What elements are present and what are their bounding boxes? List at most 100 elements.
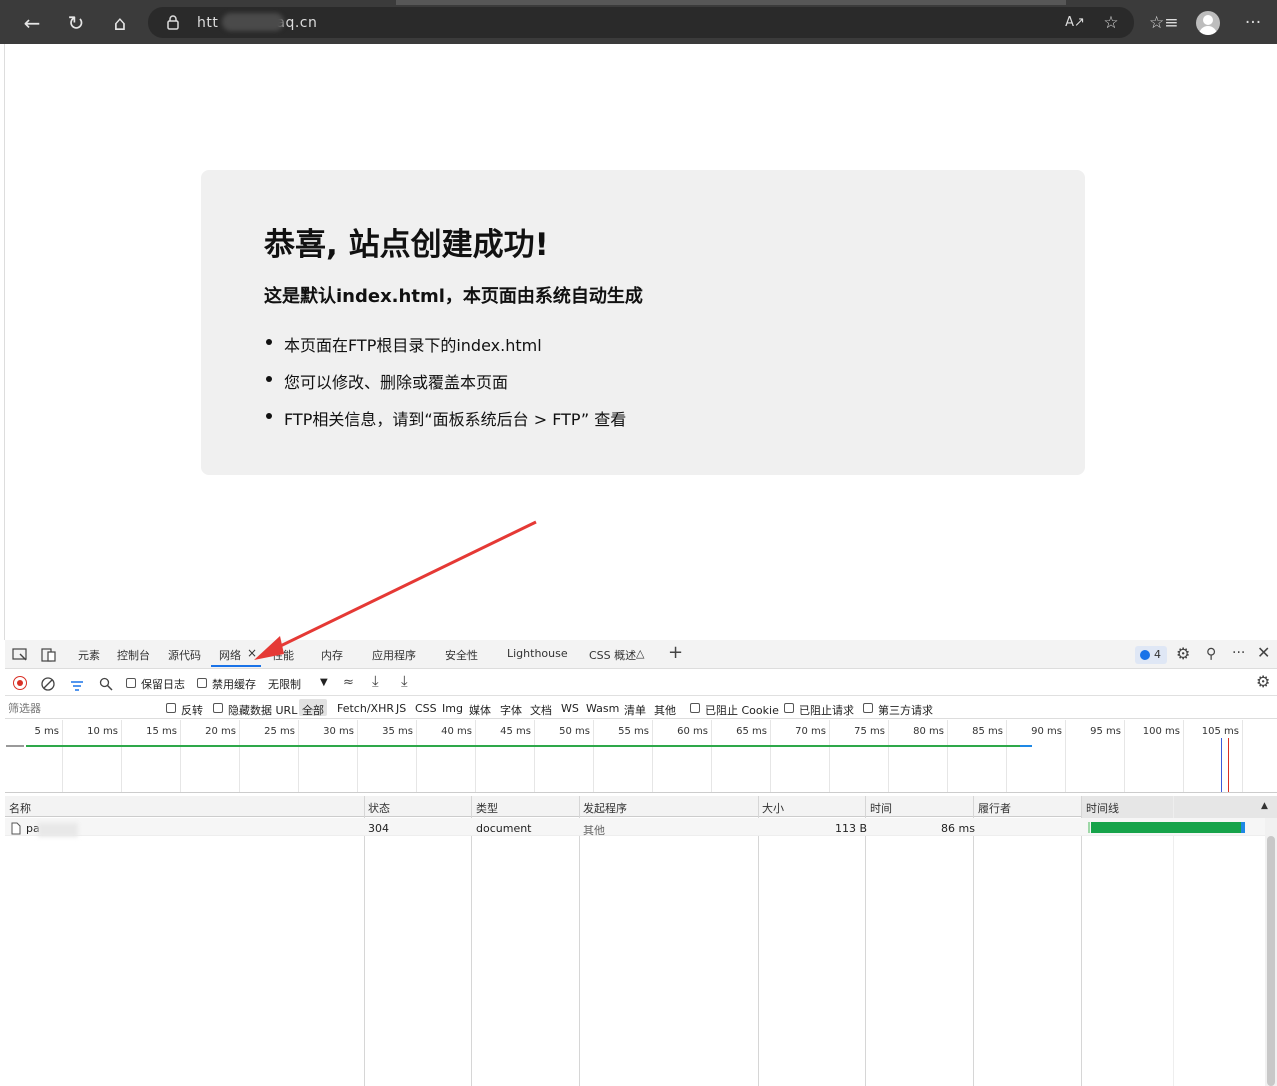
invert-checkbox[interactable] <box>166 703 176 713</box>
filter-type-manifest[interactable]: 清单 <box>624 702 646 718</box>
filter-icon[interactable] <box>70 677 84 691</box>
chevron-down-icon[interactable]: ▼ <box>320 677 328 688</box>
tab-lighthouse[interactable]: Lighthouse <box>507 647 568 660</box>
overview-tick-label: 40 ms <box>441 726 472 737</box>
network-toolbar <box>5 670 1277 696</box>
tab-application[interactable]: 应用程序 <box>372 647 416 663</box>
tab-close-icon[interactable]: × <box>247 646 257 660</box>
filter-input[interactable] <box>8 699 158 717</box>
overview-gridline <box>593 720 594 792</box>
hide-data-url-label: 隐藏数据 URL <box>228 704 298 717</box>
filter-type-img[interactable]: Img <box>442 702 463 715</box>
customize-icon[interactable]: ⚲ <box>1206 646 1216 662</box>
record-icon[interactable] <box>13 676 27 690</box>
request-size: 113 B <box>835 822 868 835</box>
disable-cache-checkbox[interactable] <box>197 678 207 688</box>
col-status[interactable]: 状态 <box>368 800 390 816</box>
overview-tick-label: 35 ms <box>382 726 413 737</box>
filter-type-media[interactable]: 媒体 <box>469 702 491 718</box>
col-divider <box>364 796 365 1086</box>
preserve-log-checkbox[interactable] <box>126 678 136 688</box>
issues-badge[interactable]: 4 <box>1135 646 1167 664</box>
import-har-icon[interactable]: ⤓ <box>372 673 379 689</box>
sort-asc-icon[interactable]: ▲ <box>1261 801 1268 811</box>
filter-type-fetch[interactable]: Fetch/XHR <box>337 702 394 715</box>
tab-elements[interactable]: 元素 <box>78 647 100 663</box>
overview-tick-label: 100 ms <box>1142 726 1180 737</box>
throttle-select[interactable]: 无限制 <box>268 676 301 692</box>
list-item: 您可以修改、删除或覆盖本页面 <box>284 373 509 392</box>
clear-icon[interactable] <box>41 676 55 691</box>
export-har-icon[interactable]: ⤓ <box>401 673 408 689</box>
tab-sources[interactable]: 源代码 <box>168 647 201 663</box>
overview-gridline <box>121 720 122 792</box>
list-item: FTP相关信息，请到“面板系统后台 > FTP” 查看 <box>284 410 627 429</box>
overview-gridline <box>416 720 417 792</box>
close-devtools-icon[interactable]: ✕ <box>1257 645 1270 661</box>
filter-type-font[interactable]: 字体 <box>500 702 522 718</box>
overview-gridline <box>770 720 771 792</box>
tab-security[interactable]: 安全性 <box>445 647 478 663</box>
back-icon[interactable]: ← <box>17 8 47 38</box>
request-status: 304 <box>368 822 389 835</box>
col-divider <box>758 796 759 1086</box>
waterfall-download-bar <box>1091 822 1242 833</box>
third-party-checkbox[interactable] <box>863 703 873 713</box>
col-divider <box>579 796 580 1086</box>
overview-gridline <box>829 720 830 792</box>
home-icon[interactable]: ⌂ <box>105 8 135 38</box>
overview-gridline <box>475 720 476 792</box>
hide-data-url-checkbox[interactable] <box>213 703 223 713</box>
col-time[interactable]: 时间 <box>870 800 892 816</box>
invert-label: 反转 <box>181 704 203 717</box>
filter-type-css[interactable]: CSS <box>415 702 437 715</box>
inspect-icon[interactable] <box>12 648 28 666</box>
filter-type-wasm[interactable]: Wasm <box>586 702 619 715</box>
favorites-icon[interactable]: ☆≡ <box>1149 10 1178 36</box>
profile-icon[interactable] <box>1196 11 1220 35</box>
col-initiator[interactable]: 发起程序 <box>583 800 627 816</box>
device-toolbar-icon[interactable] <box>41 647 57 666</box>
overview-gridline <box>652 720 653 792</box>
bullet <box>266 339 272 345</box>
tab-console[interactable]: 控制台 <box>117 647 150 663</box>
blocked-cookies-label: 已阻止 Cookie <box>705 704 779 717</box>
overview-tick-label: 85 ms <box>972 726 1003 737</box>
add-favorite-icon[interactable]: ☆ <box>1098 10 1124 36</box>
tab-css-overview[interactable]: CSS 概述 <box>589 647 636 663</box>
overview-gridline <box>298 720 299 792</box>
col-name[interactable]: 名称 <box>9 800 31 816</box>
col-divider <box>865 796 866 1086</box>
filter-type-other[interactable]: 其他 <box>654 702 676 718</box>
col-fulfilled-by[interactable]: 履行者 <box>978 800 1011 816</box>
lock-icon[interactable] <box>166 14 180 30</box>
tab-performance[interactable]: 性能 <box>272 647 294 663</box>
tab-memory[interactable]: 内存 <box>321 647 343 663</box>
blocked-cookies-checkbox[interactable] <box>690 703 700 713</box>
more-icon[interactable]: ··· <box>1240 10 1266 36</box>
add-tab-icon[interactable]: + <box>668 644 683 662</box>
preserve-log-label: 保留日志 <box>141 678 185 691</box>
table-row[interactable] <box>5 818 1277 836</box>
scrollbar-thumb[interactable] <box>1267 836 1275 1086</box>
filter-type-ws[interactable]: WS <box>561 702 579 715</box>
network-settings-icon[interactable]: ⚙ <box>1256 674 1270 690</box>
blocked-requests-checkbox[interactable] <box>784 703 794 713</box>
message-icon <box>1140 650 1150 660</box>
network-conditions-icon[interactable]: ≈ <box>343 675 354 691</box>
more-options-icon[interactable]: ··· <box>1232 645 1245 661</box>
settings-gear-icon[interactable]: ⚙ <box>1176 646 1190 662</box>
col-size[interactable]: 大小 <box>762 800 784 816</box>
read-aloud-icon[interactable]: A↗ <box>1062 10 1088 36</box>
tab-network[interactable]: 网络 <box>219 647 241 663</box>
reload-icon[interactable]: ↻ <box>61 8 91 38</box>
overview-tick-label: 105 ms <box>1201 726 1239 737</box>
col-waterfall[interactable]: 时间线 <box>1086 800 1119 816</box>
filter-type-js[interactable]: JS <box>396 702 406 715</box>
search-icon[interactable] <box>99 676 113 691</box>
col-type[interactable]: 类型 <box>476 800 498 816</box>
overview-tick-label: 45 ms <box>500 726 531 737</box>
filter-type-all[interactable]: 全部 <box>302 702 324 718</box>
overview-gridline <box>180 720 181 792</box>
filter-type-doc[interactable]: 文档 <box>530 702 552 718</box>
